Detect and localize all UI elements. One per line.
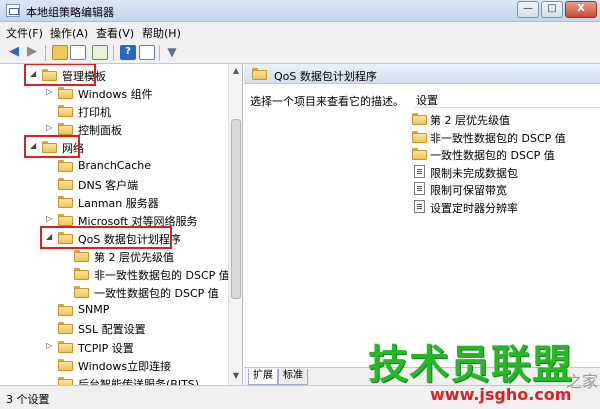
export-list-icon[interactable]	[92, 45, 108, 60]
tree-node-label: 一致性数据包的 DSCP 值	[94, 287, 219, 301]
setting-label: 一致性数据包的 DSCP 值	[430, 149, 555, 162]
expand-arrow-icon[interactable]: ▷	[46, 87, 56, 96]
folder-icon	[74, 286, 89, 299]
folder-icon	[58, 123, 73, 136]
setting-label: 设置定时器分辨率	[430, 201, 518, 215]
maximize-button[interactable]: □	[541, 1, 563, 18]
highlight-box	[40, 225, 172, 249]
watermark-logo-text: 技术员联盟	[368, 342, 573, 388]
tree-node-label: Lanman 服务器	[78, 196, 159, 210]
folder-icon	[58, 304, 73, 317]
policy-setting-icon	[414, 182, 425, 195]
tree-node-label: 打印机	[78, 106, 111, 120]
up-folder-icon[interactable]	[52, 45, 68, 60]
toolbar: ◀ ▶ ? ▼	[0, 41, 600, 64]
folder-icon	[58, 87, 73, 100]
scroll-down-icon[interactable]: ▼	[230, 371, 242, 383]
folder-icon	[74, 250, 89, 262]
help-icon[interactable]: ?	[120, 45, 136, 60]
tree-pane: ◢ 管理模板 ▷ Windows 组件 打印机 ▷ 控制面板 ◢ 网络 BranchCache DN…	[0, 64, 243, 385]
highlight-box	[24, 64, 96, 86]
tree-node-label: BranchCache	[78, 158, 152, 172]
folder-icon	[412, 130, 427, 143]
folder-icon	[58, 322, 73, 335]
expand-arrow-icon[interactable]: ▷	[46, 214, 56, 223]
scroll-thumb[interactable]	[231, 119, 241, 299]
tab-standard[interactable]: 标准	[278, 369, 308, 385]
folder-icon	[412, 148, 427, 160]
menu-action[interactable]: 操作(A)	[50, 25, 88, 41]
folder-icon	[74, 268, 89, 281]
minimize-button[interactable]: —	[517, 1, 539, 18]
folder-icon	[58, 376, 73, 385]
window-title: 本地组策略编辑器	[26, 6, 114, 19]
folder-icon	[58, 105, 73, 118]
details-header: QoS 数据包计划程序	[244, 64, 600, 84]
menu-help[interactable]: 帮助(H)	[142, 25, 181, 41]
menu-file[interactable]: 文件(F)	[6, 25, 43, 41]
menu-bar: 文件(F) 操作(A) 查看(V) 帮助(H)	[0, 22, 600, 41]
back-arrow-icon[interactable]: ◀	[6, 45, 22, 60]
folder-icon	[58, 358, 73, 371]
filter-icon[interactable]: ▼	[164, 45, 180, 60]
tree-node-label: 非一致性数据包的 DSCP 值	[94, 269, 230, 283]
tree-node-label: Windows立即连接	[78, 359, 172, 373]
setting-label: 限制可保留带宽	[430, 184, 507, 197]
folder-icon	[58, 213, 73, 226]
column-header-setting[interactable]: 设置	[414, 90, 600, 108]
setting-label: 第 2 层优先级值	[430, 114, 510, 127]
app-icon	[6, 4, 20, 17]
folder-icon	[58, 177, 73, 190]
tree-node-label: Windows 组件	[78, 88, 153, 102]
watermark-side: 之家	[566, 372, 599, 391]
tree-scrollbar[interactable]: ▲ ▼	[228, 64, 242, 385]
tab-extended[interactable]: 扩展	[248, 369, 278, 385]
policy-setting-icon	[414, 164, 425, 178]
watermark-site: www.jsgho.com	[430, 385, 572, 404]
folder-icon	[252, 68, 267, 80]
folder-icon	[58, 340, 73, 353]
folder-icon	[412, 113, 427, 125]
show-hide-tree-icon[interactable]	[70, 45, 86, 60]
toolbar-separator	[113, 45, 114, 61]
tree-node-label: 第 2 层优先级值	[94, 251, 174, 264]
toolbar-separator	[159, 45, 160, 61]
forward-arrow-icon[interactable]: ▶	[24, 45, 40, 60]
description-text: 选择一个项目来查看它的描述。	[250, 95, 404, 108]
tree-node-label: DNS 客户端	[78, 178, 139, 192]
expand-arrow-icon[interactable]: ▷	[46, 341, 56, 350]
tree-node-label: SNMP	[78, 303, 110, 317]
menu-view[interactable]: 查看(V)	[96, 25, 134, 41]
folder-icon	[58, 159, 73, 172]
tree-node-label: 后台智能传送服务(BITS)	[78, 377, 200, 385]
setting-label: 非一致性数据包的 DSCP 值	[430, 131, 566, 145]
properties-icon[interactable]	[139, 45, 155, 60]
policy-setting-icon	[414, 199, 425, 213]
tree-node-label: 控制面板	[78, 124, 122, 138]
scroll-up-icon[interactable]: ▲	[230, 66, 242, 78]
details-title: QoS 数据包计划程序	[274, 70, 377, 83]
toolbar-separator	[45, 45, 46, 61]
tree-node-label: TCPIP 设置	[78, 341, 134, 355]
tree-node-label: SSL 配置设置	[78, 323, 146, 337]
highlight-box	[24, 135, 80, 159]
title-bar: 本地组策略编辑器 — □ X	[0, 0, 600, 22]
setting-label: 限制未完成数据包	[430, 166, 518, 180]
expand-arrow-icon[interactable]: ▷	[46, 123, 56, 132]
folder-icon	[58, 195, 73, 208]
close-button[interactable]: X	[565, 1, 597, 18]
status-text: 3 个设置	[6, 393, 50, 406]
column-header-label: 设置	[416, 94, 438, 107]
